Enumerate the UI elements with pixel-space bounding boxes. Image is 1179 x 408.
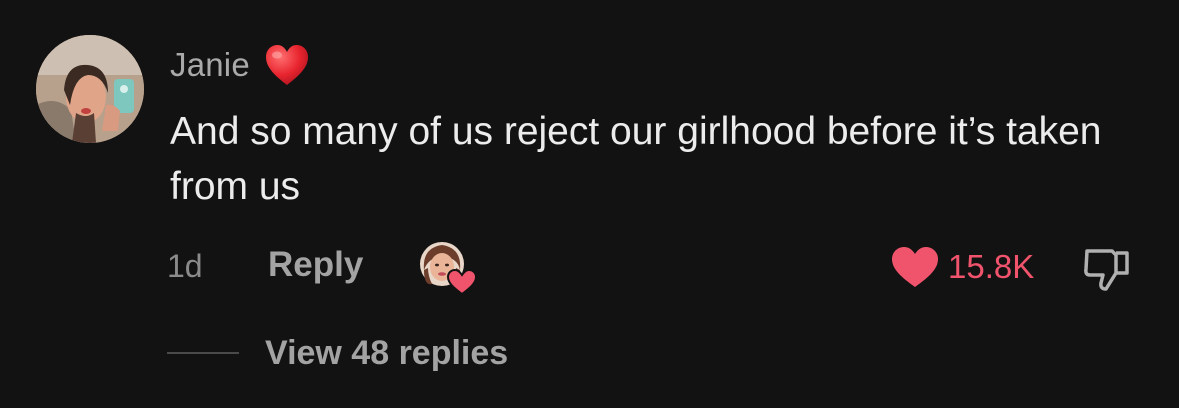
- comment-actions: 1d Reply 15.8K: [0, 236, 1179, 296]
- like-count: 15.8K: [948, 248, 1035, 285]
- thumbs-down-icon[interactable]: [1082, 247, 1132, 293]
- heart-icon[interactable]: [890, 245, 940, 289]
- replies-divider: [167, 352, 239, 354]
- username-row: Janie: [170, 40, 310, 90]
- comment-item: Janie And so many of us reject our girlh…: [0, 0, 1179, 408]
- reply-button[interactable]: Reply: [268, 245, 363, 285]
- creator-liked-icon: [418, 240, 478, 296]
- view-replies-button[interactable]: View 48 replies: [265, 334, 508, 373]
- username[interactable]: Janie: [170, 46, 250, 84]
- red-heart-emoji-icon: [264, 43, 310, 87]
- user-avatar[interactable]: [36, 35, 144, 143]
- view-replies-row: View 48 replies: [167, 328, 508, 378]
- comment-text: And so many of us reject our girlhood be…: [170, 110, 1102, 208]
- timestamp: 1d: [167, 248, 203, 284]
- like-button[interactable]: 15.8K: [890, 242, 1034, 292]
